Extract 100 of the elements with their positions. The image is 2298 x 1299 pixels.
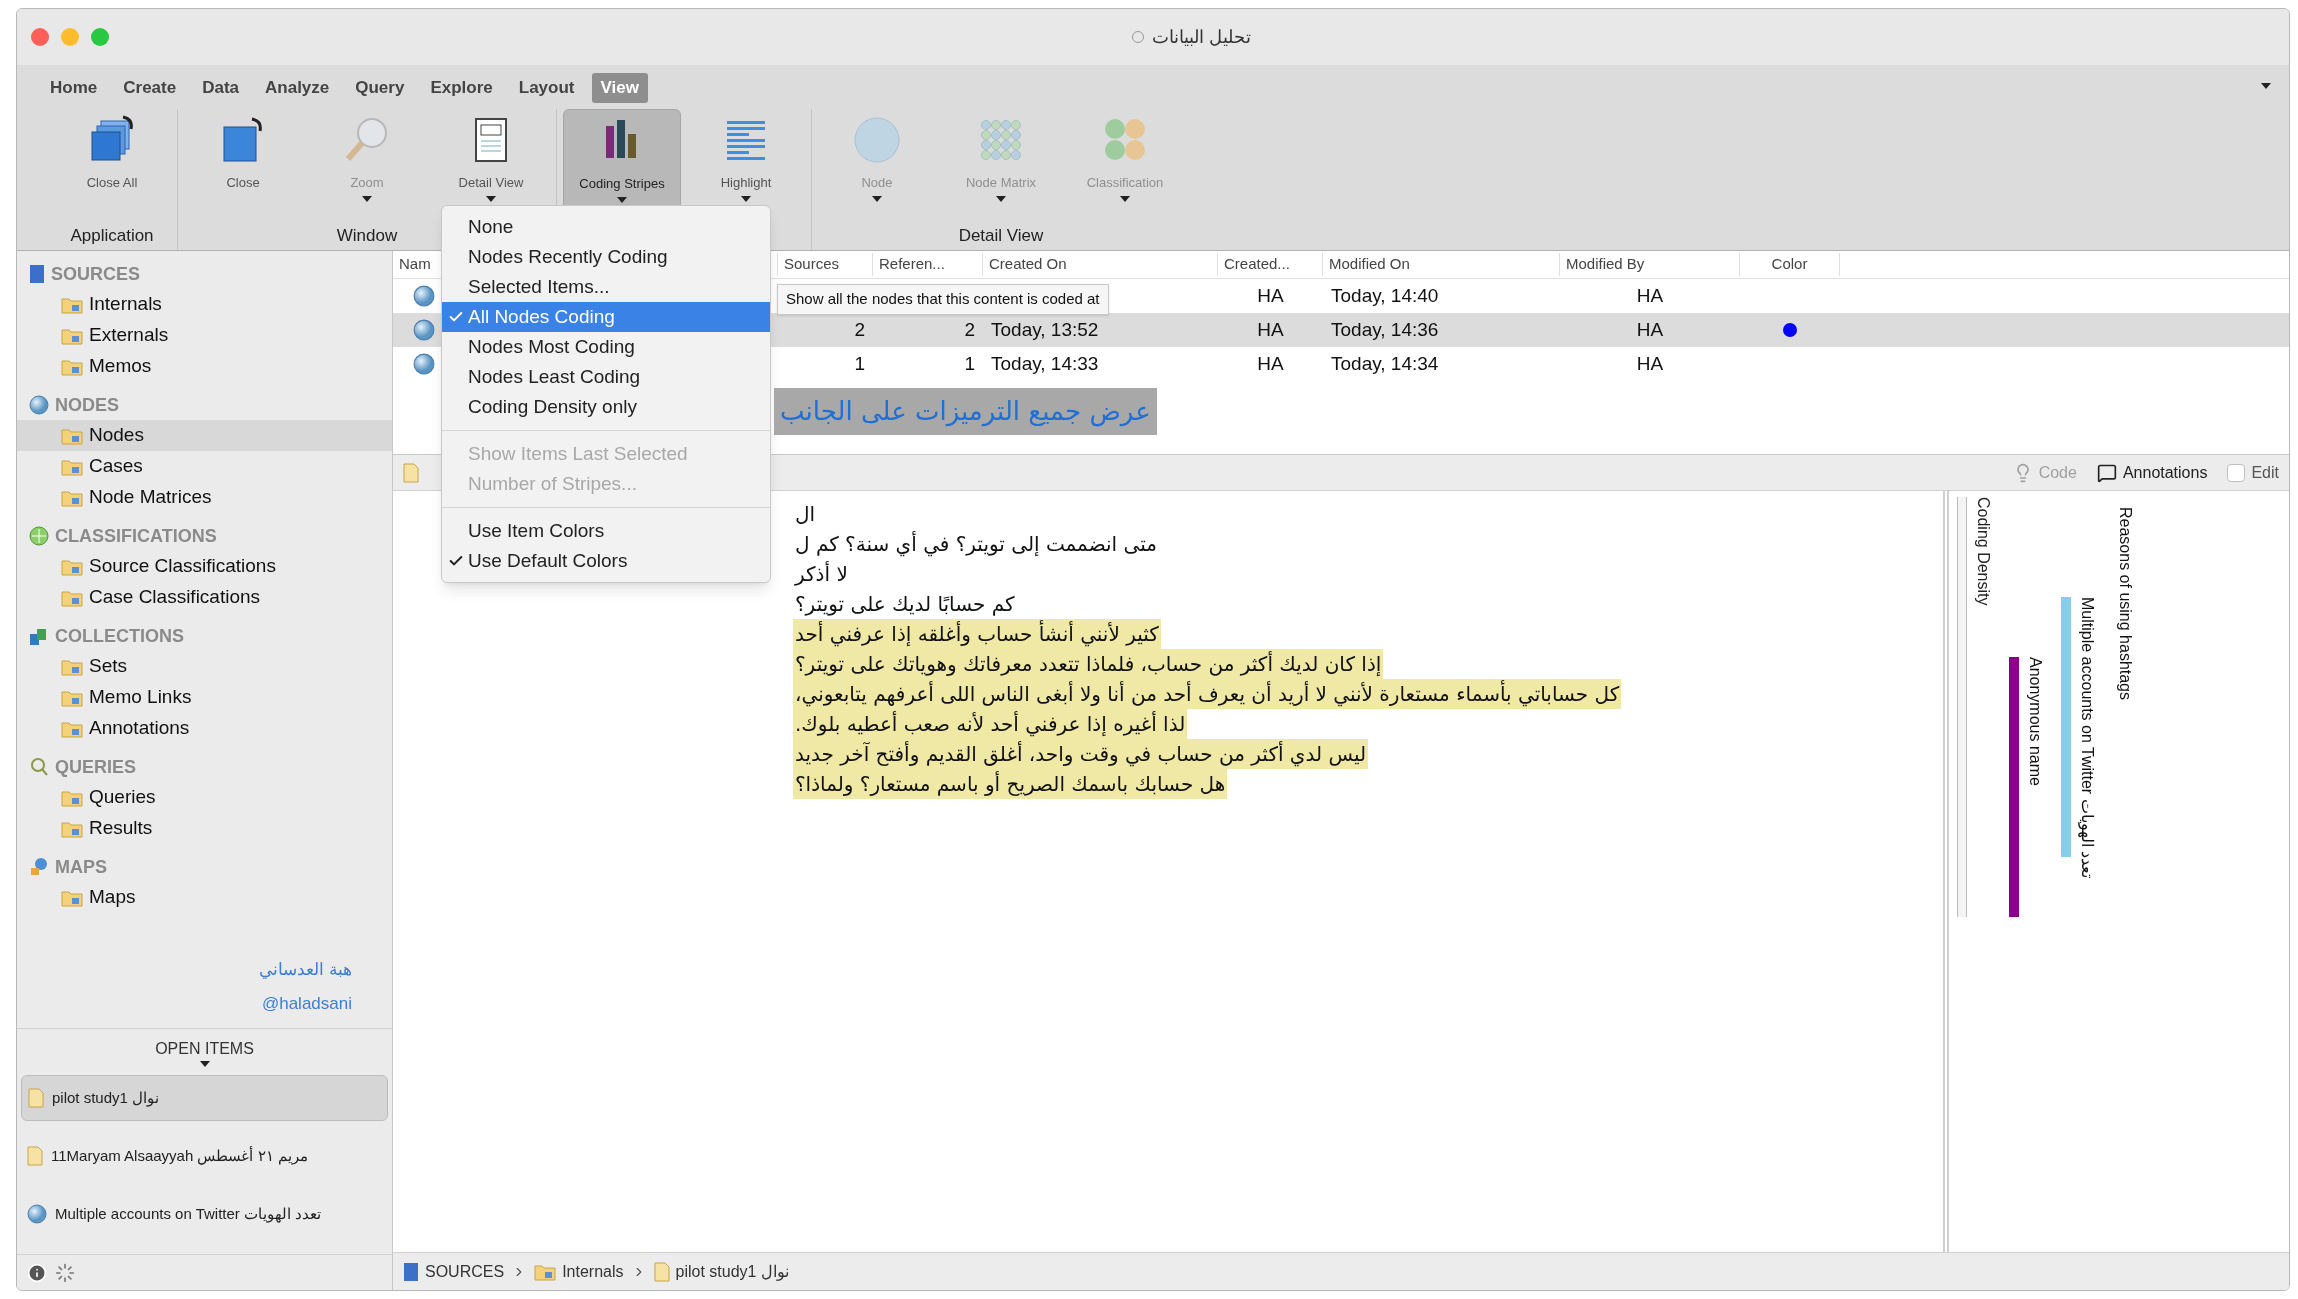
column-header[interactable]: Sources: [778, 253, 873, 276]
ribbon-tab[interactable]: Home: [41, 73, 107, 103]
folder-icon: [61, 457, 83, 476]
tooltip: Show all the nodes that this content is coded at: [777, 284, 1109, 315]
coding-stripe[interactable]: [2061, 597, 2071, 857]
blocks-icon: [29, 626, 49, 646]
open-item[interactable]: 11Maryam Alsaayyah مريم ٢١ أغسطس: [21, 1133, 388, 1179]
sphere-icon: [852, 114, 902, 165]
table-cell: HA: [1257, 318, 1284, 340]
table-cell: Today, 14:40: [1331, 284, 1439, 306]
minimize-window-button[interactable]: [61, 28, 79, 46]
coding-stripe[interactable]: [2009, 657, 2019, 917]
menu-item[interactable]: Nodes Recently Coding: [442, 242, 770, 272]
ribbon-tab[interactable]: Explore: [421, 73, 502, 103]
document-line: ال: [794, 501, 817, 528]
document-icon: [28, 1088, 44, 1108]
sidebar-item[interactable]: Maps: [17, 882, 392, 913]
ribbon-tab[interactable]: Data: [193, 73, 248, 103]
sphere-icon: [29, 395, 49, 415]
stripe-label: Reasons of using hashtags: [2116, 507, 2135, 700]
table-cell: Today, 14:34: [1331, 352, 1439, 374]
ribbon-tab[interactable]: Create: [114, 73, 186, 103]
sphere-icon: [413, 319, 435, 341]
breadcrumb-item[interactable]: SOURCES: [403, 1259, 505, 1284]
stripe-label: Anonymous name: [2026, 657, 2045, 786]
sidebar-item[interactable]: Case Classifications: [17, 582, 392, 613]
menu-item[interactable]: Use Item Colors: [442, 516, 770, 546]
column-header[interactable]: Modified By: [1560, 253, 1740, 276]
sidebar-item[interactable]: Externals: [17, 320, 392, 351]
open-items-title: OPEN ITEMS: [155, 1039, 254, 1059]
menu-item[interactable]: Use Default Colors: [442, 546, 770, 576]
document-line: كم حسابًا لديك على تويتر؟: [794, 591, 1016, 618]
ribbon-button[interactable]: Close: [184, 108, 302, 221]
sidebar-section-title: NODES: [55, 393, 119, 417]
sidebar-item[interactable]: Internals: [17, 289, 392, 320]
caret-icon: [2261, 83, 2271, 89]
folder-icon: [534, 1262, 557, 1281]
document-line: متى انضممت إلى تويتر؟ في أي سنة؟ كم ل: [794, 530, 1158, 559]
table-cell: HA: [1257, 284, 1284, 306]
sidebar-item[interactable]: Annotations: [17, 713, 392, 744]
book-icon: [29, 264, 45, 284]
ribbon-button[interactable]: Close All: [53, 108, 171, 221]
document-line: لا أذكر: [793, 560, 849, 588]
sidebar-item[interactable]: Cases: [17, 451, 392, 482]
sidebar-item[interactable]: Nodes: [17, 420, 392, 451]
sidebar-item[interactable]: Results: [17, 813, 392, 844]
folder-icon: [61, 719, 83, 738]
caret-icon: [486, 196, 496, 202]
column-header[interactable]: Created...: [1218, 253, 1323, 276]
column-header[interactable]: Created On: [983, 253, 1218, 276]
ribbon-tab[interactable]: Analyze: [256, 73, 339, 103]
caret-icon: [199, 1061, 210, 1067]
caret-icon: [1120, 196, 1130, 202]
ribbon-tab[interactable]: Layout: [509, 73, 584, 103]
sidebar-section-title: MAPS: [55, 855, 107, 879]
caret-icon: [996, 196, 1006, 202]
menu-item[interactable]: Nodes Most Coding: [442, 332, 770, 362]
column-header[interactable]: Referen...: [873, 253, 983, 276]
sphere-icon: [27, 1204, 47, 1224]
ribbon-tab[interactable]: Query: [346, 73, 414, 103]
breadcrumb-item[interactable]: Internals: [534, 1259, 624, 1284]
sidebar-item[interactable]: Queries: [17, 782, 392, 813]
menu-item[interactable]: Selected Items...: [442, 272, 770, 302]
edit-checkbox[interactable]: Edit: [2227, 460, 2279, 485]
sidebar-item[interactable]: Memo Links: [17, 682, 392, 713]
folder-icon: [61, 688, 83, 707]
table-cell: 1: [964, 352, 975, 374]
table-cell: HA: [1257, 352, 1284, 374]
column-header[interactable]: Modified On: [1323, 253, 1560, 276]
sidebar-item[interactable]: Sets: [17, 651, 392, 682]
table-cell: Today, 14:33: [991, 352, 1099, 374]
breadcrumb-item[interactable]: pilot study1 نوال: [653, 1259, 789, 1284]
open-item[interactable]: pilot study1 نوال: [21, 1075, 388, 1121]
table-cell: Today, 13:52: [991, 318, 1099, 340]
table-cell: HA: [1636, 284, 1664, 306]
sidebar-section-title: COLLECTIONS: [55, 624, 184, 648]
stripe-label: Multiple accounts on Twitter تعدد الهويات: [2077, 597, 2097, 879]
menu-item[interactable]: Nodes Least Coding: [442, 362, 770, 392]
zoom-window-button[interactable]: [91, 28, 109, 46]
map-icon: [29, 857, 49, 877]
coding-density-label: Coding Density: [1974, 497, 1993, 606]
open-item[interactable]: Multiple accounts on Twitter تعدد الهويات: [21, 1191, 388, 1237]
sidebar-item[interactable]: Source Classifications: [17, 551, 392, 582]
menu-item[interactable]: Coding Density only: [442, 392, 770, 422]
table-cell: Today, 14:36: [1331, 318, 1439, 340]
ribbon-group-label: Application: [70, 224, 154, 247]
folder-icon: [61, 295, 83, 314]
book-icon: [403, 1261, 419, 1282]
sidebar-section-title: CLASSIFICATIONS: [55, 524, 217, 548]
annotations-button[interactable]: Annotations: [2096, 460, 2208, 485]
column-header[interactable]: Color: [1740, 253, 1840, 276]
sidebar-item[interactable]: Memos: [17, 351, 392, 382]
annotation-label: عرض جميع الترميزات على الجانب: [774, 388, 1157, 435]
close-window-button[interactable]: [31, 28, 49, 46]
info-icon[interactable]: [27, 1262, 47, 1283]
ribbon-collapse-icon[interactable]: [2261, 83, 2271, 89]
sidebar-item[interactable]: Node Matrices: [17, 482, 392, 513]
signature-text: @haladsani: [261, 992, 352, 1015]
menu-item[interactable]: All Nodes Coding: [442, 302, 770, 332]
document-icon: [403, 462, 419, 483]
